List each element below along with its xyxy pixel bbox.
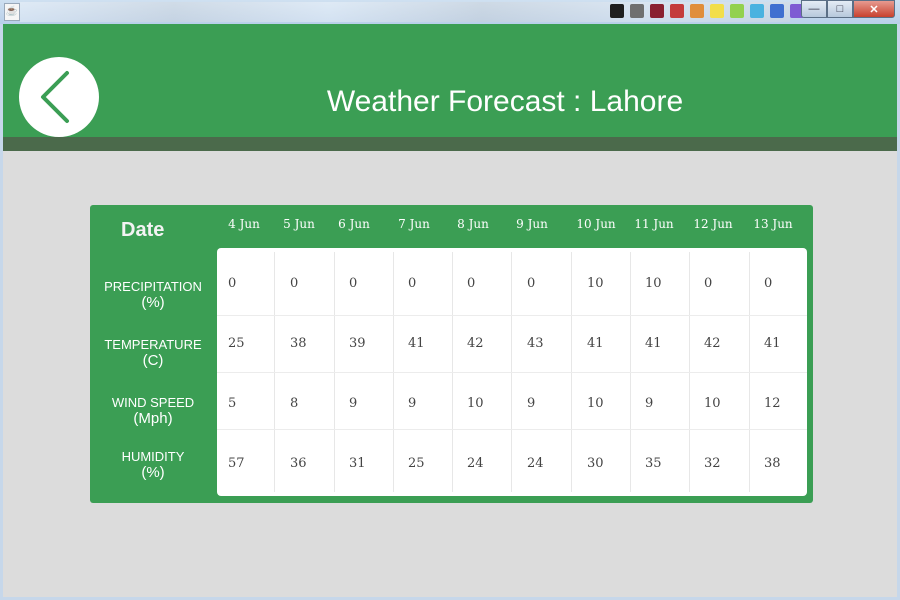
grid-row-divider <box>217 315 807 316</box>
date-header: 8 Jun <box>457 217 489 231</box>
table-cell: 43 <box>527 336 544 351</box>
table-cell: 9 <box>408 396 417 411</box>
table-cell: 5 <box>228 396 237 411</box>
table-cell: 0 <box>228 276 237 291</box>
row-label: TEMPERATURE (C) <box>96 337 210 369</box>
table-cell: 41 <box>408 336 425 351</box>
row-label-unit: (%) <box>141 294 165 311</box>
minimize-button[interactable]: — <box>801 0 827 18</box>
color-swatch[interactable] <box>770 4 784 18</box>
color-swatch[interactable] <box>710 4 724 18</box>
date-header: 6 Jun <box>338 217 370 231</box>
table-cell: 24 <box>467 456 484 471</box>
close-button[interactable]: ✕ <box>853 0 895 18</box>
table-cell: 0 <box>349 276 358 291</box>
table-cell: 0 <box>764 276 773 291</box>
color-swatch[interactable] <box>610 4 624 18</box>
date-column-label: Date <box>121 219 165 241</box>
table-cell: 31 <box>349 456 366 471</box>
table-cell: 25 <box>228 336 245 351</box>
date-header: 12 Jun <box>693 217 733 231</box>
grid-row-divider <box>217 429 807 430</box>
table-cell: 9 <box>349 396 358 411</box>
back-button[interactable] <box>19 57 99 137</box>
table-cell: 0 <box>704 276 713 291</box>
table-cell: 42 <box>704 336 721 351</box>
row-label-unit: (Mph) <box>133 410 173 427</box>
table-cell: 10 <box>467 396 484 411</box>
date-header: 7 Jun <box>398 217 430 231</box>
color-swatch[interactable] <box>750 4 764 18</box>
java-cup-icon: ☕ <box>4 3 20 21</box>
window-controls: — □ ✕ <box>801 0 895 18</box>
row-label-name: PRECIPITATION <box>104 279 202 294</box>
color-swatch[interactable] <box>650 4 664 18</box>
table-cell: 10 <box>587 396 604 411</box>
window-titlebar[interactable]: ☕ — □ ✕ <box>0 0 900 24</box>
table-cell: 0 <box>290 276 299 291</box>
table-cell: 9 <box>527 396 536 411</box>
date-header: 4 Jun <box>228 217 260 231</box>
table-cell: 24 <box>527 456 544 471</box>
page-title: Weather Forecast : Lahore <box>326 85 684 118</box>
table-cell: 0 <box>467 276 476 291</box>
date-header: 11 Jun <box>634 217 674 231</box>
table-cell: 38 <box>764 456 781 471</box>
row-label-name: WIND SPEED <box>111 395 195 410</box>
table-cell: 39 <box>349 336 366 351</box>
table-cell: 10 <box>704 396 721 411</box>
row-label-unit: (C) <box>142 352 164 369</box>
table-cell: 30 <box>587 456 604 471</box>
forecast-grid: 0 0 0 0 0 0 10 10 0 0 25 38 39 41 42 43 41 41 42 41 5 8 9 9 10 9 1… <box>217 248 807 496</box>
color-swatch[interactable] <box>690 4 704 18</box>
row-label: PRECIPITATION (%) <box>96 279 210 311</box>
table-cell: 41 <box>645 336 662 351</box>
table-cell: 38 <box>290 336 307 351</box>
table-cell: 8 <box>290 396 299 411</box>
header-divider-bar <box>3 137 897 151</box>
table-cell: 25 <box>408 456 425 471</box>
grid-row-divider <box>217 372 807 373</box>
table-cell: 35 <box>645 456 662 471</box>
table-cell: 42 <box>467 336 484 351</box>
row-label: WIND SPEED (Mph) <box>96 395 210 427</box>
chevron-left-icon <box>41 71 69 123</box>
row-label-name: HUMIDITY <box>121 449 185 464</box>
table-cell: 10 <box>645 276 662 291</box>
table-cell: 41 <box>587 336 604 351</box>
color-swatch[interactable] <box>630 4 644 18</box>
row-label-name: TEMPERATURE <box>104 337 202 352</box>
table-cell: 0 <box>408 276 417 291</box>
table-cell: 36 <box>290 456 307 471</box>
table-cell: 57 <box>228 456 245 471</box>
table-cell: 12 <box>764 396 781 411</box>
row-label-unit: (%) <box>141 464 165 481</box>
maximize-button[interactable]: □ <box>827 0 853 18</box>
table-cell: 9 <box>645 396 654 411</box>
color-swatch[interactable] <box>730 4 744 18</box>
row-label: HUMIDITY (%) <box>96 449 210 481</box>
table-cell: 41 <box>764 336 781 351</box>
date-header: 9 Jun <box>516 217 548 231</box>
color-swatch[interactable] <box>670 4 684 18</box>
table-cell: 0 <box>527 276 536 291</box>
table-cell: 10 <box>587 276 604 291</box>
date-header: 13 Jun <box>753 217 793 231</box>
date-header: 10 Jun <box>576 217 616 231</box>
date-header: 5 Jun <box>283 217 315 231</box>
table-cell: 32 <box>704 456 721 471</box>
